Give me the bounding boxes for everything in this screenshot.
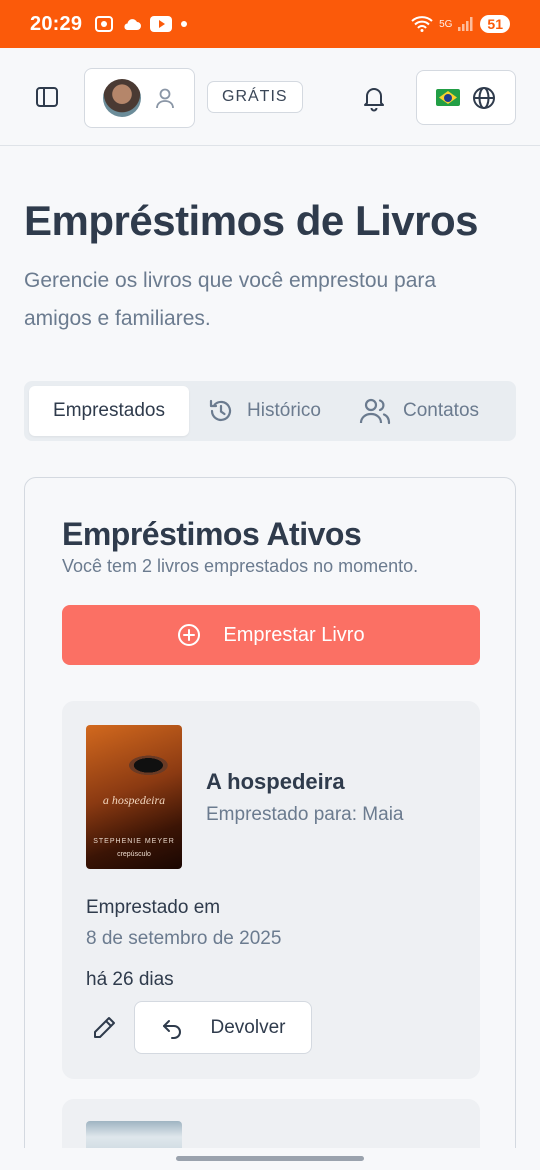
cover-series: crepúsculo (117, 851, 151, 858)
loaned-relative-time: há 26 dias (86, 969, 174, 990)
cover-author: STEPHENIE MEYER (93, 838, 175, 845)
book-title: A hospedeira (206, 769, 345, 794)
tab-label: Histórico (247, 400, 321, 421)
network-type-label: 5G (439, 18, 453, 30)
notifications-bell-icon[interactable] (361, 84, 387, 112)
card-title: Empréstimos Ativos (62, 516, 362, 552)
loaned-on-date: 8 de setembro de 2025 (86, 928, 282, 949)
return-book-button[interactable]: Devolver (134, 1001, 312, 1054)
active-loans-card: Empréstimos Ativos Você tem 2 livros emp… (24, 477, 516, 1170)
notification-dot-icon (181, 21, 188, 27)
page-subtitle: Gerencie os livros que você emprestou pa… (24, 269, 437, 330)
status-time: 20:29 (30, 12, 83, 35)
tab-label: Emprestados (53, 400, 165, 421)
home-indicator[interactable] (176, 1156, 364, 1161)
battery-indicator: 51 (480, 15, 510, 33)
users-icon (359, 398, 391, 425)
lend-book-label: Emprestar Livro (223, 623, 365, 646)
cloud-icon (124, 19, 142, 30)
brazil-flag-icon (436, 89, 460, 106)
plan-badge: GRÁTIS (207, 81, 303, 113)
tab-label: Contatos (402, 400, 480, 421)
avatar (103, 79, 141, 117)
profile-button[interactable] (84, 68, 195, 128)
history-icon (209, 399, 232, 421)
youtube-icon (150, 16, 173, 32)
status-bar: 20:29 5G 51 (0, 0, 540, 48)
sidebar-toggle-icon[interactable] (34, 84, 60, 110)
language-selector[interactable] (416, 70, 516, 125)
user-icon (156, 88, 174, 109)
loaned-on-label: Emprestado em (86, 897, 221, 918)
edit-pencil-icon[interactable] (90, 1014, 118, 1042)
loan-tabs: Emprestados Histórico Contatos (24, 381, 516, 441)
cover-title: a hospedeira (102, 793, 166, 807)
card-description: Você tem 2 livros emprestados no momento… (62, 556, 419, 576)
loan-item: a hospedeira STEPHENIE MEYER crepúsculo … (62, 701, 480, 1079)
tab-contatos[interactable]: Contatos (339, 386, 499, 436)
signal-icon (458, 17, 473, 31)
tab-emprestados[interactable]: Emprestados (29, 386, 189, 436)
book-cover: a hospedeira STEPHENIE MEYER crepúsculo (86, 725, 182, 869)
undo-arrow-icon (162, 1019, 181, 1039)
page-title: Empréstimos de Livros (24, 197, 478, 244)
globe-icon (473, 86, 495, 109)
book-borrower: Emprestado para: Maia (206, 804, 404, 825)
screenshot-icon (95, 16, 114, 32)
app-header: GRÁTIS (0, 48, 540, 146)
tab-historico[interactable]: Histórico (189, 386, 339, 436)
plus-circle-icon (178, 624, 201, 646)
wifi-icon (411, 16, 433, 32)
lend-book-button[interactable]: Emprestar Livro (62, 605, 480, 665)
return-book-label: Devolver (210, 1016, 286, 1038)
